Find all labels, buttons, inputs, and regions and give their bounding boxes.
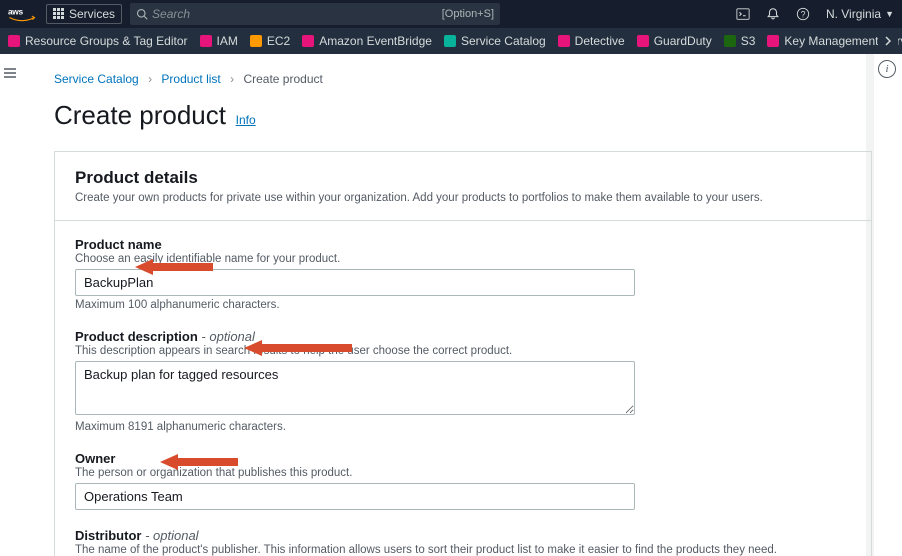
label-product-description: Product description - optional <box>75 329 851 344</box>
favorites-scroll-right[interactable] <box>878 28 898 54</box>
input-product-description[interactable] <box>75 361 635 415</box>
card-header: Product details Create your own products… <box>55 152 871 221</box>
fav-guardduty[interactable]: GuardDuty <box>637 34 712 48</box>
global-search[interactable]: [Option+S] <box>130 3 500 25</box>
help-product-description: This description appears in search resul… <box>75 345 851 357</box>
fav-eventbridge[interactable]: Amazon EventBridge <box>302 34 432 48</box>
page-content: Service Catalog › Product list › Create … <box>32 54 902 556</box>
product-details-card: Product details Create your own products… <box>54 151 872 556</box>
breadcrumb: Service Catalog › Product list › Create … <box>54 72 872 86</box>
label-distributor: Distributor - optional <box>75 528 851 543</box>
grid-icon <box>53 8 65 20</box>
aws-logo[interactable]: aws <box>8 5 36 23</box>
field-product-name: Product name Choose an easily identifiab… <box>75 237 851 311</box>
region-selector[interactable]: N. Virginia ▼ <box>826 7 894 21</box>
fav-service-catalog[interactable]: Service Catalog <box>444 34 546 48</box>
input-owner[interactable] <box>75 483 635 510</box>
input-product-name[interactable] <box>75 269 635 296</box>
card-body: Product name Choose an easily identifiab… <box>55 221 871 556</box>
services-label: Services <box>69 7 115 21</box>
help-owner: The person or organization that publishe… <box>75 467 851 479</box>
label-product-name: Product name <box>75 237 851 252</box>
favorites-bar: Resource Groups & Tag Editor IAM EC2 Ama… <box>0 28 902 54</box>
constraint-product-name: Maximum 100 alphanumeric characters. <box>75 299 851 311</box>
crumb-product-list[interactable]: Product list <box>161 72 220 86</box>
chevron-right-icon: › <box>230 72 234 86</box>
fav-detective[interactable]: Detective <box>558 34 625 48</box>
card-subtitle: Create your own products for private use… <box>75 192 851 204</box>
notifications-icon[interactable] <box>762 3 784 25</box>
fav-ec2[interactable]: EC2 <box>250 34 290 48</box>
help-distributor: The name of the product's publisher. Thi… <box>75 544 851 556</box>
crumb-current: Create product <box>243 72 322 86</box>
page-title: Create product <box>54 100 226 131</box>
top-nav: aws Services [Option+S] ? N. Virginia ▼ <box>0 0 902 28</box>
cloudshell-icon[interactable] <box>732 3 754 25</box>
search-input[interactable] <box>152 7 436 21</box>
field-product-description: Product description - optional This desc… <box>75 329 851 433</box>
search-icon <box>136 8 148 20</box>
help-icon[interactable]: ? <box>792 3 814 25</box>
field-owner: Owner The person or organization that pu… <box>75 451 851 510</box>
label-owner: Owner <box>75 451 851 466</box>
help-product-name: Choose an easily identifiable name for y… <box>75 253 851 265</box>
constraint-product-description: Maximum 8191 alphanumeric characters. <box>75 421 851 433</box>
crumb-service-catalog[interactable]: Service Catalog <box>54 72 139 86</box>
region-label: N. Virginia <box>826 7 881 21</box>
field-distributor: Distributor - optional The name of the p… <box>75 528 851 556</box>
fav-iam[interactable]: IAM <box>200 34 238 48</box>
search-shortcut: [Option+S] <box>442 8 494 20</box>
svg-text:?: ? <box>801 10 806 20</box>
card-title: Product details <box>75 168 851 188</box>
fav-s3[interactable]: S3 <box>724 34 756 48</box>
svg-text:aws: aws <box>8 7 23 17</box>
fav-resource-groups[interactable]: Resource Groups & Tag Editor <box>8 34 188 48</box>
services-menu[interactable]: Services <box>46 4 122 24</box>
caret-down-icon: ▼ <box>885 9 894 19</box>
sidebar-toggle[interactable] <box>0 58 20 88</box>
info-link[interactable]: Info <box>236 113 256 127</box>
chevron-right-icon: › <box>148 72 152 86</box>
